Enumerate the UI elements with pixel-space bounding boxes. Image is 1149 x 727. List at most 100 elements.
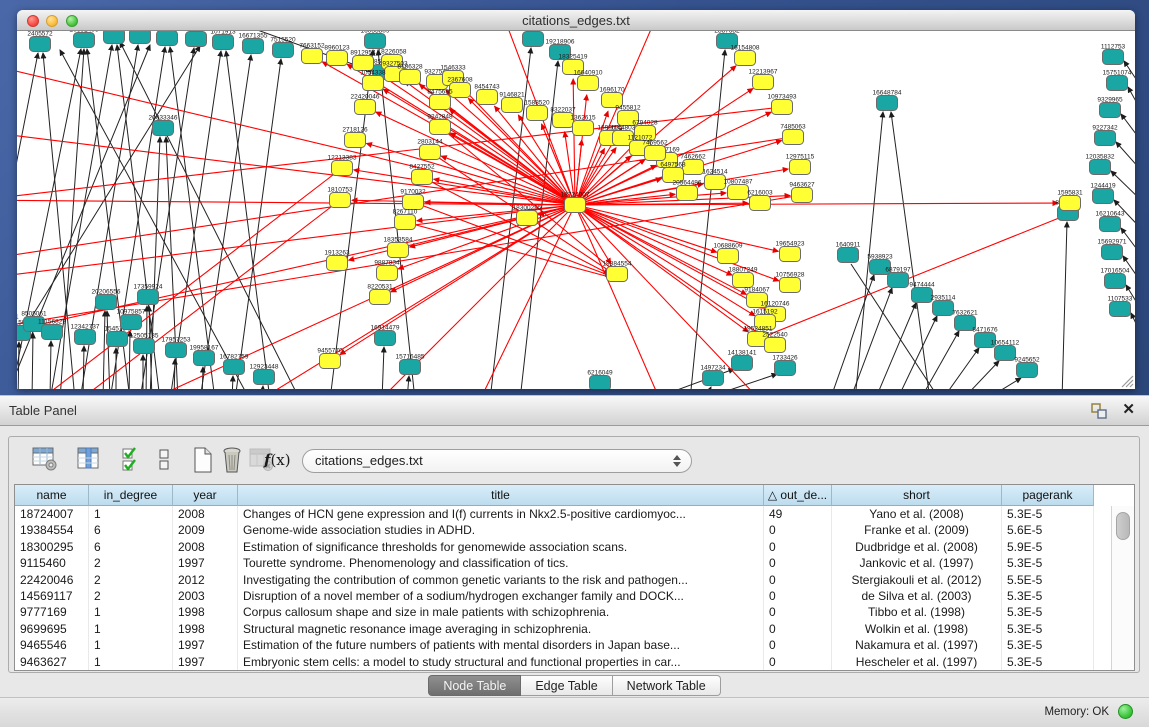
graph-node[interactable] bbox=[792, 188, 813, 203]
graph-node[interactable] bbox=[30, 37, 51, 52]
graph-node[interactable] bbox=[780, 278, 801, 293]
graph-node[interactable] bbox=[838, 248, 859, 263]
graph-node[interactable] bbox=[995, 346, 1016, 361]
graph-node[interactable] bbox=[157, 31, 178, 46]
graph-node[interactable] bbox=[224, 360, 245, 375]
graph-node[interactable] bbox=[412, 170, 433, 185]
tab-edge-table[interactable]: Edge Table bbox=[521, 675, 612, 696]
graph-node[interactable] bbox=[395, 215, 416, 230]
graph-node[interactable] bbox=[375, 331, 396, 346]
graph-node[interactable] bbox=[590, 376, 611, 390]
graph-node[interactable] bbox=[728, 185, 749, 200]
table-row[interactable]: 1938455462009Genome-wide association stu… bbox=[15, 522, 1094, 538]
graph-node[interactable] bbox=[765, 338, 786, 353]
table-row[interactable]: 2242004622012Investigating the contribut… bbox=[15, 572, 1094, 588]
graph-node[interactable] bbox=[377, 266, 398, 281]
graph-node[interactable] bbox=[363, 76, 384, 91]
table-row[interactable]: 946362711997Embryonic stem cells: a mode… bbox=[15, 654, 1094, 670]
graph-node[interactable] bbox=[573, 121, 594, 136]
graph-node[interactable] bbox=[1095, 131, 1116, 146]
network-canvas[interactable]: 2405572206914062033119210953287152760364… bbox=[17, 31, 1135, 389]
table-row[interactable]: 946554611997Estimation of the future num… bbox=[15, 637, 1094, 653]
graph-node[interactable] bbox=[775, 361, 796, 376]
table-row[interactable]: 1872400712008Changes of HCN gene express… bbox=[15, 506, 1094, 522]
show-columns-icon[interactable] bbox=[76, 446, 102, 472]
graph-node[interactable] bbox=[355, 100, 376, 115]
table-source-dropdown[interactable]: citations_edges.txt bbox=[302, 449, 692, 473]
graph-node[interactable] bbox=[345, 133, 366, 148]
clear-selection-icon[interactable] bbox=[157, 446, 171, 474]
graph-node[interactable] bbox=[332, 161, 353, 176]
graph-node[interactable] bbox=[327, 51, 348, 66]
graph-node[interactable] bbox=[186, 32, 207, 47]
function-builder-icon[interactable]: f(x) bbox=[264, 451, 291, 469]
graph-node[interactable] bbox=[1102, 245, 1123, 260]
table-row[interactable]: 1456911722003Disruption of a novel membe… bbox=[15, 588, 1094, 604]
graph-node[interactable] bbox=[517, 211, 538, 226]
graph-node[interactable] bbox=[330, 193, 351, 208]
window-titlebar[interactable]: citations_edges.txt bbox=[17, 10, 1135, 31]
graph-node[interactable] bbox=[302, 49, 323, 64]
tab-node-table[interactable]: Node Table bbox=[428, 675, 521, 696]
graph-node[interactable] bbox=[42, 325, 63, 340]
graph-node[interactable] bbox=[1017, 363, 1038, 378]
vertical-scrollbar[interactable] bbox=[1111, 506, 1134, 670]
graph-node[interactable] bbox=[523, 32, 544, 47]
graph-node[interactable] bbox=[107, 332, 128, 347]
graph-node[interactable] bbox=[153, 121, 174, 136]
graph-node[interactable] bbox=[1060, 196, 1081, 211]
graph-node[interactable] bbox=[121, 315, 142, 330]
graph-node[interactable] bbox=[1100, 217, 1121, 232]
graph-node[interactable] bbox=[502, 98, 523, 113]
resize-grip-icon[interactable] bbox=[1122, 376, 1133, 387]
graph-node[interactable] bbox=[327, 256, 348, 271]
graph-node[interactable] bbox=[735, 51, 756, 66]
graph-node[interactable] bbox=[430, 120, 451, 135]
graph-node[interactable] bbox=[677, 186, 698, 201]
graph-node[interactable] bbox=[96, 295, 117, 310]
graph-node[interactable] bbox=[1107, 76, 1128, 91]
graph-node[interactable] bbox=[733, 273, 754, 288]
column-header-in_degree[interactable]: in_degree bbox=[89, 485, 173, 506]
graph-node[interactable] bbox=[718, 249, 739, 264]
graph-node[interactable] bbox=[780, 247, 801, 262]
graph-node[interactable] bbox=[1093, 189, 1114, 204]
graph-node[interactable] bbox=[430, 95, 451, 110]
graph-node[interactable] bbox=[527, 106, 548, 121]
graph-node[interactable] bbox=[166, 343, 187, 358]
select-all-icon[interactable] bbox=[121, 446, 143, 474]
table-mode-icon[interactable] bbox=[32, 446, 58, 472]
graph-node[interactable] bbox=[477, 90, 498, 105]
graph-node[interactable] bbox=[243, 39, 264, 54]
graph-node[interactable] bbox=[1110, 302, 1131, 317]
float-window-icon[interactable] bbox=[1091, 403, 1107, 419]
graph-node[interactable] bbox=[353, 56, 374, 71]
new-column-icon[interactable] bbox=[191, 446, 215, 474]
graph-node[interactable] bbox=[578, 76, 599, 91]
close-panel-icon[interactable]: ✕ bbox=[1122, 401, 1135, 419]
graph-node[interactable] bbox=[403, 195, 424, 210]
graph-node[interactable] bbox=[75, 330, 96, 345]
table-row[interactable]: 911546021997Tourette syndrome. Phenomeno… bbox=[15, 555, 1094, 571]
graph-node[interactable] bbox=[888, 273, 909, 288]
graph-node[interactable] bbox=[1100, 103, 1121, 118]
graph-node[interactable] bbox=[74, 33, 95, 48]
graph-node[interactable] bbox=[877, 96, 898, 111]
graph-node[interactable] bbox=[138, 290, 159, 305]
graph-node[interactable] bbox=[365, 34, 386, 49]
column-header-short[interactable]: short bbox=[832, 485, 1002, 506]
graph-node[interactable] bbox=[1103, 50, 1124, 65]
table-row[interactable]: 1830029562008Estimation of significance … bbox=[15, 539, 1094, 555]
graph-node[interactable] bbox=[753, 75, 774, 90]
graph-node[interactable] bbox=[783, 130, 804, 145]
column-header-out_de[interactable]: △ out_de... bbox=[764, 485, 832, 506]
graph-node[interactable] bbox=[750, 196, 771, 211]
graph-node[interactable] bbox=[134, 339, 155, 354]
graph-node[interactable] bbox=[388, 243, 409, 258]
graph-node[interactable] bbox=[420, 145, 441, 160]
graph-node[interactable] bbox=[933, 301, 954, 316]
graph-node[interactable] bbox=[772, 100, 793, 115]
graph-node[interactable] bbox=[130, 31, 151, 44]
graph-node[interactable] bbox=[254, 370, 275, 385]
graph-node[interactable] bbox=[565, 198, 586, 213]
